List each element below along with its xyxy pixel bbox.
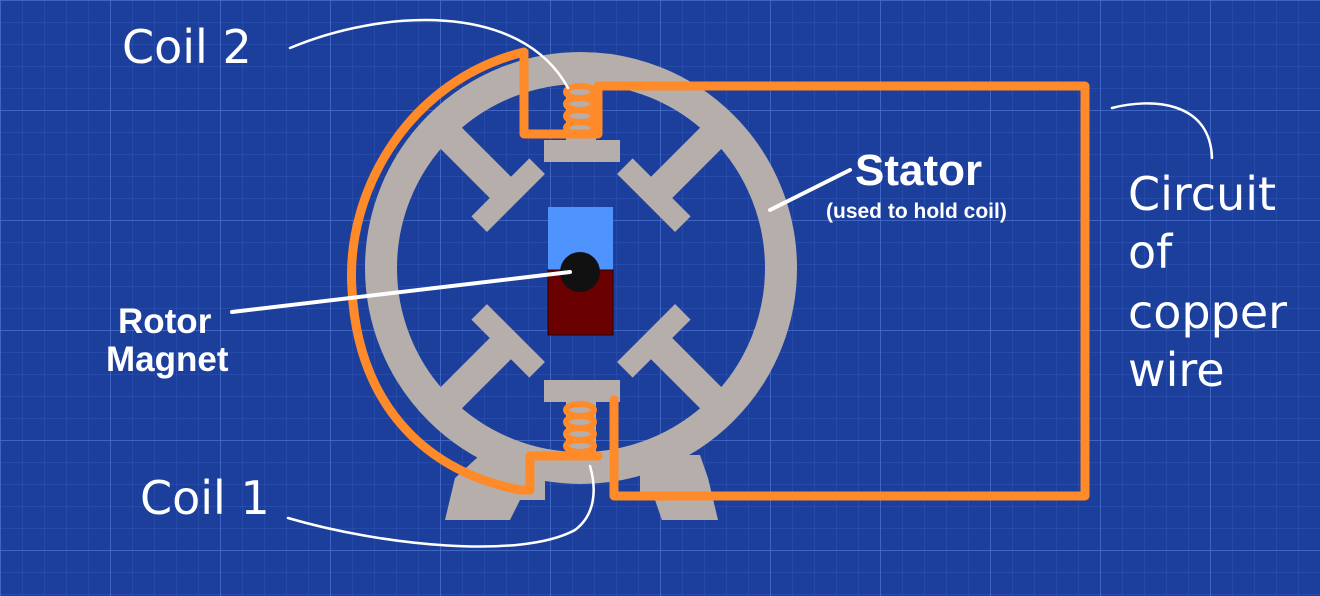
diagram-canvas: Coil 2 Coil 1 Stator (used to hold coil)… <box>0 0 1320 596</box>
circuit-label-line4: wire <box>1128 343 1225 397</box>
stator-shoe-bottom <box>544 380 620 402</box>
coil1-label: Coil 1 <box>140 471 270 525</box>
circuit-label-line1: Circuit <box>1128 167 1276 221</box>
coil2-label: Coil 2 <box>122 20 252 74</box>
stator-shoe-top <box>544 140 620 162</box>
circuit-label-line3: copper <box>1128 285 1287 339</box>
motor-diagram: Coil 2 Coil 1 Stator (used to hold coil)… <box>0 0 1320 596</box>
circuit-label-line2: of <box>1128 225 1174 279</box>
magnet-label: Magnet <box>106 340 229 379</box>
rotor-magnet <box>547 207 614 336</box>
stator-label: Stator <box>855 146 982 195</box>
rotor-label: Rotor <box>118 302 212 341</box>
stator-note: (used to hold coil) <box>826 200 1007 223</box>
